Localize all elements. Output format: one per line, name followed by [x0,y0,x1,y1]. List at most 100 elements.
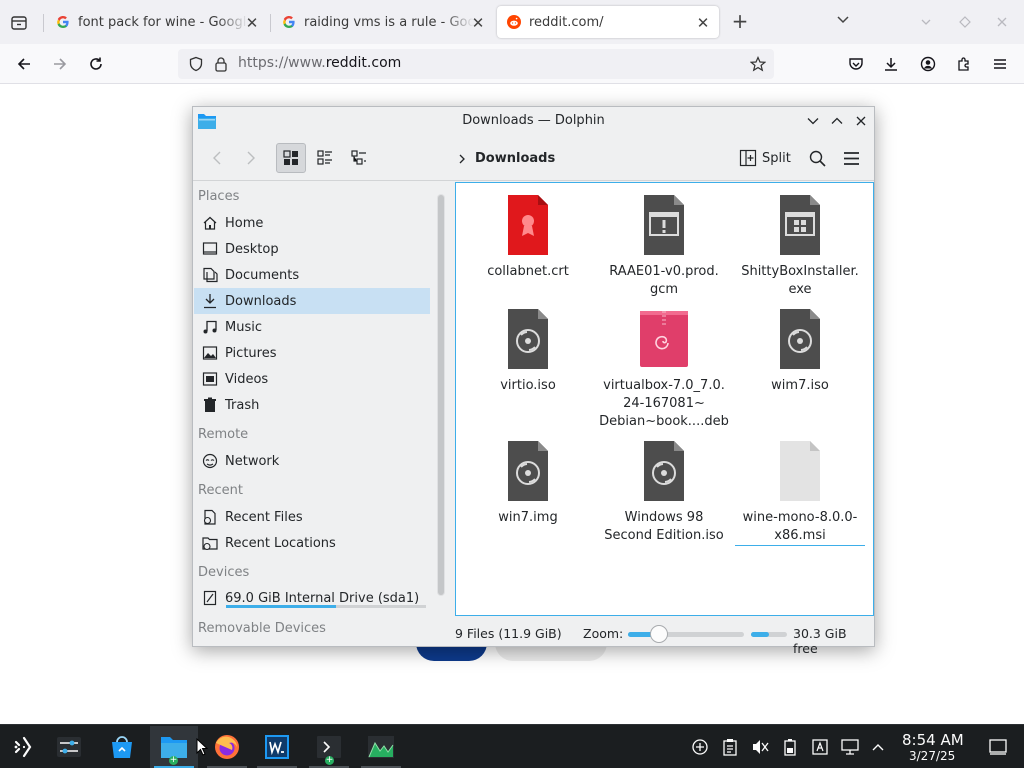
sidebar-item-recent-locations[interactable]: Recent Locations [194,530,430,556]
search-button[interactable] [802,143,832,173]
sidebar-item-trash[interactable]: Trash [194,392,430,418]
compact-view-button[interactable] [310,143,340,173]
application-launcher-button[interactable] [0,726,48,768]
file-view[interactable]: collabnet.crt RAAE01-v0.prod. gcm Shitty… [455,182,874,616]
chevron-up-icon [831,117,843,124]
taskbar: + + 8:54 AM 3/27/25 [0,724,1024,768]
new-tab-button[interactable]: + [728,10,752,34]
file-item-wine-mono-msi[interactable]: wine-mono-8.0.0- x86.msi [735,441,865,546]
hamburger-menu-button[interactable] [836,143,866,173]
sidebar-item-downloads[interactable]: Downloads [194,288,430,314]
chevron-down-icon [921,19,931,25]
file-item-virtualbox-deb[interactable]: virtualbox-7.0_7.0. 24-167081~ Debian~bo… [599,309,729,431]
clipboard-tray[interactable] [720,737,740,757]
pocket-button[interactable] [844,52,868,76]
split-button[interactable]: Split [739,145,791,171]
file-item-collabnet-crt[interactable]: collabnet.crt [463,195,593,281]
maximize-window-button[interactable] [829,113,845,129]
account-button[interactable] [916,52,940,76]
sidebar-item-recent-files[interactable]: Recent Files [194,504,430,530]
file-name: wim7.iso [771,378,829,393]
minimize-button[interactable] [916,12,936,32]
breadcrumb-downloads[interactable]: Downloads [475,151,555,166]
sidebar-item-home[interactable]: Home [194,210,430,236]
network-tray[interactable] [840,737,860,757]
file-name-line-1: wine-mono-8.0.0- [742,510,858,525]
close-tab-icon[interactable]: ✕ [244,14,260,32]
sidebar-item-desktop[interactable]: Desktop [194,236,430,262]
star-icon[interactable] [750,56,766,72]
zoom-slider-handle[interactable] [650,625,669,643]
plus-badge-icon: + [325,755,334,765]
sidebar-item-pictures[interactable]: Pictures [194,340,430,366]
battery-tray[interactable] [780,737,800,757]
file-item-shittyboxinstaller-exe[interactable]: ShittyBoxInstaller. exe [735,195,865,299]
file-item-windows-98-iso[interactable]: Windows 98 Second Edition.iso [599,441,729,545]
file-item-win7-img[interactable]: win7.img [463,441,593,527]
free-space-label: 30.3 GiB free [793,626,847,656]
downloads-button[interactable] [879,52,903,76]
details-view-button[interactable] [344,143,374,173]
dolphin-task[interactable]: + [150,726,198,768]
debian-package-icon [640,311,688,367]
list-all-tabs-button[interactable] [6,10,32,36]
removable-section-header: Removable Devices [198,621,326,636]
firefox-task[interactable] [203,726,251,768]
file-item-raae01-gcm[interactable]: RAAE01-v0.prod. gcm [599,195,729,299]
back-button[interactable] [203,143,233,173]
sidebar-item-label: Trash [225,397,260,413]
file-item-virtio-iso[interactable]: virtio.iso [463,309,593,395]
zoom-slider[interactable] [628,632,744,637]
show-desktop-button[interactable] [988,737,1008,757]
system-monitor-task[interactable] [357,726,405,768]
places-scrollbar[interactable] [437,194,445,596]
sidebar-item-label: Pictures [225,345,277,361]
sidebar-item-music[interactable]: Music [194,314,430,340]
file-name-line-2: exe [788,282,812,297]
tabs-dropdown-button[interactable] [836,12,856,32]
app-menu-button[interactable] [988,52,1012,76]
tab-font-pack-for-wine[interactable]: font pack for wine - Google Search ✕ [46,6,268,38]
system-settings-task[interactable] [45,726,93,768]
maximize-button[interactable] [955,12,975,32]
close-window-button[interactable] [853,113,869,129]
discover-task[interactable] [98,726,146,768]
url-bar[interactable]: https://www.reddit.com [178,49,774,79]
back-button[interactable] [12,52,36,76]
places-scrollbar-thumb[interactable] [438,195,444,595]
volume-tray[interactable] [750,737,770,757]
forward-button[interactable] [235,143,265,173]
forward-button[interactable] [48,52,72,76]
clock-time[interactable]: 8:54 AM [902,731,964,749]
sidebar-item-label: Desktop [225,241,279,257]
close-window-button[interactable] [992,12,1012,32]
shield-icon[interactable] [188,56,204,72]
wine-window-icon [265,735,289,759]
sidebar-item-internal-drive[interactable]: 69.0 GiB Internal Drive (sda1) [194,585,430,611]
sidebar-item-videos[interactable]: Videos [194,366,430,392]
clock-date[interactable]: 3/27/25 [909,749,955,763]
chevron-right-icon [247,151,255,165]
close-tab-icon[interactable]: ✕ [470,14,486,32]
sidebar-item-network[interactable]: Network [194,448,430,474]
kde-connect-tray[interactable] [690,737,710,757]
tab-title: reddit.com/ [529,14,604,30]
konsole-task[interactable]: + [305,726,353,768]
url-text[interactable]: https://www.reddit.com [238,55,401,71]
close-tab-icon[interactable]: ✕ [695,14,711,32]
lock-icon[interactable] [214,56,228,72]
reload-button[interactable] [84,52,108,76]
tab-reddit[interactable]: reddit.com/ ✕ [497,6,719,38]
wine-app-task[interactable] [253,726,301,768]
file-item-wim7-iso[interactable]: wim7.iso [735,309,865,395]
show-desktop-icon [989,739,1007,755]
dolphin-titlebar[interactable]: Downloads — Dolphin [193,107,874,135]
tab-raiding-vms[interactable]: raiding vms is a rule - Google Search ✕ [272,6,494,38]
sidebar-item-documents[interactable]: Documents [194,262,430,288]
icons-view-button[interactable] [276,143,306,173]
extensions-button[interactable] [952,52,976,76]
show-hidden-icons-button[interactable] [868,737,888,757]
keyboard-layout-tray[interactable] [810,737,830,757]
minimize-window-button[interactable] [805,113,821,129]
sidebar-item-label: Music [225,319,262,335]
